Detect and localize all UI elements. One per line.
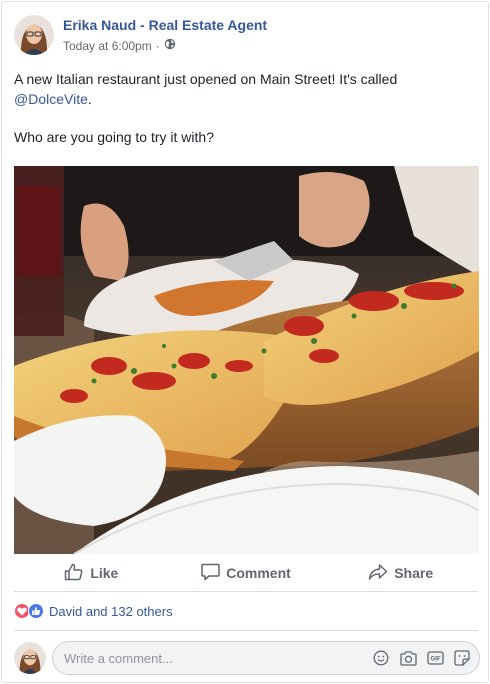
comment-input-box: GIF <box>52 641 480 675</box>
author-block: Erika Naud - Real Estate Agent Today at … <box>63 16 267 54</box>
post-actions: Like Comment Share <box>14 558 478 588</box>
post-meta: Today at 6:00pm · <box>63 38 267 54</box>
share-button[interactable]: Share <box>323 558 478 588</box>
post-timestamp[interactable]: Today at 6:00pm <box>63 38 152 54</box>
share-icon <box>368 563 394 584</box>
post-message-line1: A new Italian restaurant just opened on … <box>14 69 474 109</box>
post-message-line2: Who are you going to try it with? <box>14 129 214 145</box>
camera-icon[interactable] <box>399 649 417 667</box>
author-name[interactable]: Erika Naud - Real Estate Agent <box>63 16 267 34</box>
post-card: Erika Naud - Real Estate Agent Today at … <box>1 1 489 683</box>
meta-separator: · <box>155 39 160 53</box>
like-label: Like <box>90 565 119 581</box>
comment-input[interactable] <box>64 650 363 666</box>
actions-divider <box>14 591 478 592</box>
pizza-photo[interactable] <box>14 166 479 554</box>
svg-text:GIF: GIF <box>430 657 440 663</box>
thumbs-up-icon <box>64 563 90 584</box>
reactions-text[interactable]: David and 132 others <box>49 604 173 619</box>
post-message: A new Italian restaurant just opened on … <box>14 69 474 165</box>
author-avatar[interactable] <box>14 15 54 55</box>
post-header: Erika Naud - Real Estate Agent Today at … <box>14 13 267 57</box>
like-button[interactable]: Like <box>14 558 169 588</box>
like-icon <box>28 603 44 619</box>
gif-icon[interactable]: GIF <box>426 649 444 667</box>
sticker-icon[interactable] <box>453 649 471 667</box>
message-text: A new Italian restaurant just opened on … <box>14 71 398 87</box>
current-user-avatar <box>14 642 46 674</box>
comment-icon <box>201 563 226 584</box>
mention-link[interactable]: @DolceVite <box>14 91 88 107</box>
comment-label: Comment <box>226 565 291 581</box>
comment-composer: GIF <box>14 640 480 676</box>
comments-divider <box>14 630 478 631</box>
emoji-icon[interactable] <box>372 649 390 667</box>
comment-tools: GIF <box>363 649 471 667</box>
share-label: Share <box>394 565 434 581</box>
comment-button[interactable]: Comment <box>169 558 324 588</box>
reactions-summary[interactable]: David and 132 others <box>14 601 173 621</box>
message-punctuation: . <box>87 91 92 107</box>
globe-icon[interactable] <box>164 38 176 54</box>
